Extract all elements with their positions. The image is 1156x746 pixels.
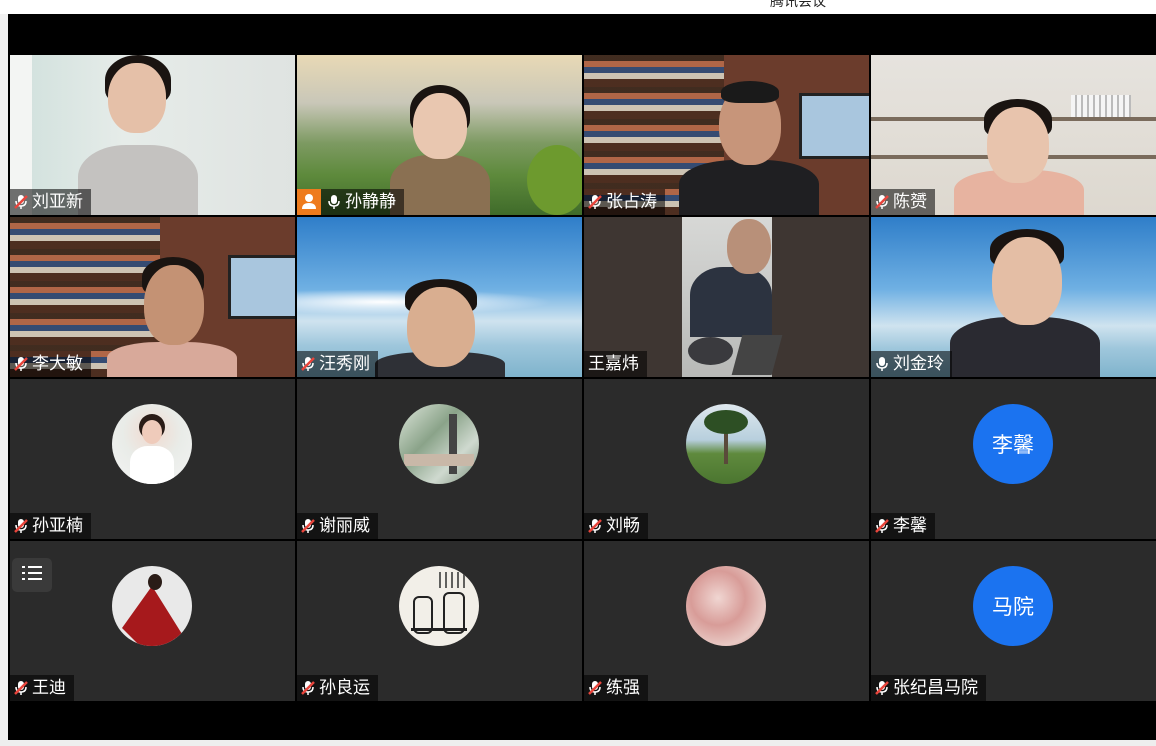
mic-muted-icon	[14, 194, 28, 210]
participant-name: 孙良运	[319, 678, 370, 698]
avatar-tile[interactable]: 练强	[584, 541, 869, 701]
video-tile[interactable]: 李大敏	[10, 217, 295, 377]
video-tile[interactable]: 陈赟	[871, 55, 1156, 215]
video-tile[interactable]: 王嘉炜	[584, 217, 869, 377]
participant-text-avatar: 马院	[973, 566, 1053, 646]
video-tile[interactable]: 刘金玲	[871, 217, 1156, 377]
participant-video	[365, 217, 515, 377]
participant-nametag: 张占涛	[584, 189, 665, 215]
avatar-tile[interactable]: 谢丽威	[297, 379, 582, 539]
title-bar: 腾讯会议	[0, 0, 1156, 14]
mic-muted-icon	[301, 356, 315, 372]
mic-on-icon	[327, 194, 341, 210]
participant-video	[945, 217, 1105, 377]
participant-name: 陈赟	[893, 192, 927, 212]
participant-name: 王嘉炜	[588, 354, 639, 374]
participant-text-avatar: 李馨	[973, 404, 1053, 484]
mic-muted-icon	[14, 356, 28, 372]
participant-nametag: 陈赟	[871, 189, 935, 215]
window-title: 腾讯会议	[770, 0, 826, 10]
participant-nametag: 刘金玲	[871, 351, 952, 377]
participant-name: 孙静静	[345, 192, 396, 212]
mic-muted-icon	[14, 680, 28, 696]
participant-name: 张占涛	[606, 192, 657, 212]
participant-name: 王迪	[32, 678, 66, 698]
participant-avatar	[399, 566, 479, 646]
participant-avatar	[112, 566, 192, 646]
participant-name: 孙亚楠	[32, 516, 83, 536]
avatar-tile[interactable]: 孙亚楠	[10, 379, 295, 539]
participant-nametag: 王迪	[10, 675, 74, 701]
participants-list-button[interactable]	[12, 558, 52, 592]
video-tile[interactable]: 刘亚新	[10, 55, 295, 215]
participant-avatar	[686, 566, 766, 646]
avatar-tile[interactable]: 李馨 李馨	[871, 379, 1156, 539]
participant-nametag: 汪秀刚	[297, 351, 378, 377]
participant-video	[102, 217, 242, 377]
meeting-window: 刘亚新 孙静静 张占涛 陈赟 李大敏 汪秀刚 王嘉炜 刘金玲 孙亚楠 谢丽威 刘…	[8, 14, 1156, 740]
video-tile[interactable]: 汪秀刚	[297, 217, 582, 377]
mic-on-icon	[875, 356, 889, 372]
participant-nametag: 孙亚楠	[10, 513, 91, 539]
participant-video	[674, 55, 824, 215]
participant-video	[944, 55, 1094, 215]
participant-name: 刘金玲	[893, 354, 944, 374]
participant-nametag: 孙静静	[297, 189, 404, 215]
participant-avatar	[686, 404, 766, 484]
participant-nametag: 孙良运	[297, 675, 378, 701]
participant-avatar	[112, 404, 192, 484]
mic-muted-icon	[14, 518, 28, 534]
avatar-tile[interactable]: 刘畅	[584, 379, 869, 539]
participant-name: 李大敏	[32, 354, 83, 374]
participant-name: 练强	[606, 678, 640, 698]
participant-name: 李馨	[893, 516, 927, 536]
avatar-tile[interactable]: 马院 张纪昌马院	[871, 541, 1156, 701]
mic-muted-icon	[301, 680, 315, 696]
list-icon	[22, 564, 42, 586]
participant-nametag: 王嘉炜	[584, 351, 647, 377]
participant-name: 张纪昌马院	[893, 678, 978, 698]
mic-muted-icon	[588, 194, 602, 210]
participant-avatar	[399, 404, 479, 484]
video-grid: 刘亚新 孙静静 张占涛 陈赟 李大敏 汪秀刚 王嘉炜 刘金玲 孙亚楠 谢丽威 刘…	[10, 55, 1156, 701]
bottom-edge	[0, 740, 1156, 746]
participant-nametag: 张纪昌马院	[871, 675, 986, 701]
participant-nametag: 李大敏	[10, 351, 91, 377]
mic-muted-icon	[875, 518, 889, 534]
participant-name: 刘畅	[606, 516, 640, 536]
participant-video	[682, 217, 782, 377]
mic-muted-icon	[588, 518, 602, 534]
mic-muted-icon	[301, 518, 315, 534]
participant-nametag: 刘亚新	[10, 189, 91, 215]
mic-muted-icon	[875, 194, 889, 210]
participant-nametag: 刘畅	[584, 513, 648, 539]
participant-name: 谢丽威	[319, 516, 370, 536]
avatar-tile[interactable]: 孙良运	[297, 541, 582, 701]
participant-name: 汪秀刚	[319, 354, 370, 374]
avatar-tile[interactable]: 王迪	[10, 541, 295, 701]
mic-muted-icon	[875, 680, 889, 696]
video-tile[interactable]: 孙静静	[297, 55, 582, 215]
participant-nametag: 练强	[584, 675, 648, 701]
video-tile[interactable]: 张占涛	[584, 55, 869, 215]
mic-muted-icon	[588, 680, 602, 696]
left-edge	[0, 14, 8, 740]
host-icon	[297, 189, 321, 215]
participant-name: 刘亚新	[32, 192, 83, 212]
participant-nametag: 李馨	[871, 513, 935, 539]
participant-nametag: 谢丽威	[297, 513, 378, 539]
